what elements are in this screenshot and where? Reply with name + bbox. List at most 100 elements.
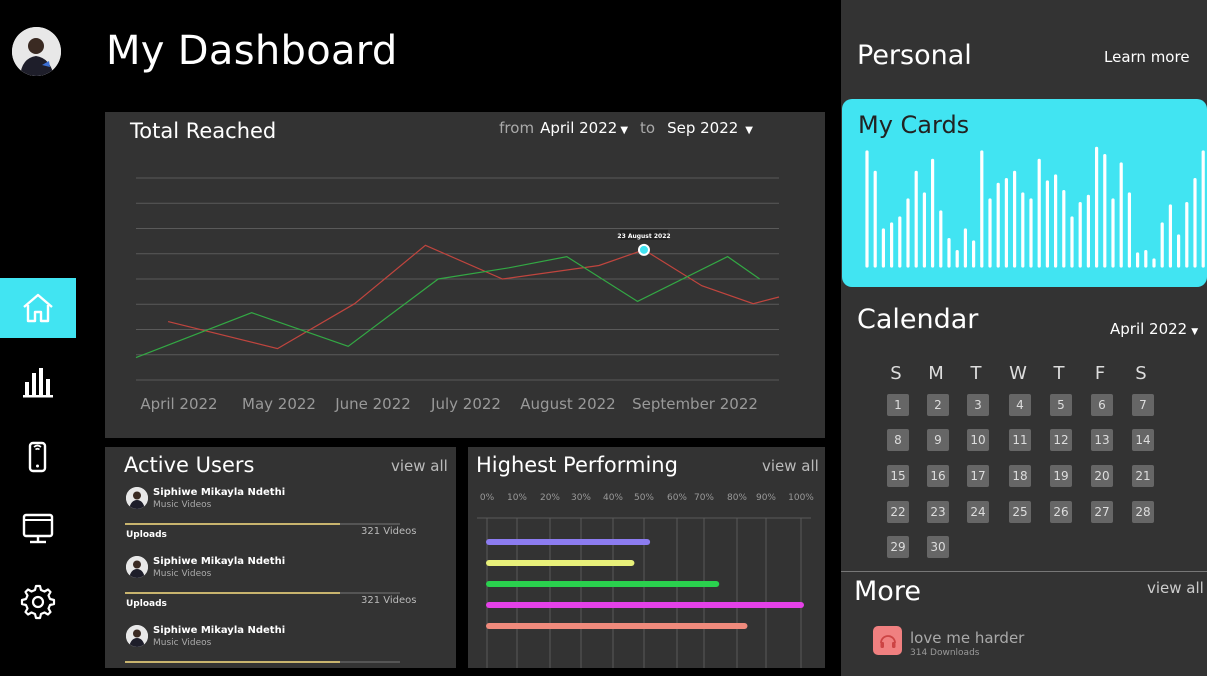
calendar-day[interactable]: 7 bbox=[1132, 394, 1154, 416]
weekday-label: M bbox=[928, 363, 944, 384]
calendar-day[interactable]: 21 bbox=[1132, 465, 1154, 487]
total-reached-line-chart: April 2022 May 2022 June 2022 July 2022 Augu… bbox=[135, 177, 780, 413]
calendar-month-select[interactable]: April 2022 ▼ bbox=[1110, 320, 1198, 338]
profile-photo-icon bbox=[126, 487, 148, 509]
uploads-progress-bar bbox=[125, 523, 400, 525]
user-avatar bbox=[126, 487, 148, 509]
right-panel: Personal Learn more My Cards Calendar Ap… bbox=[841, 0, 1207, 676]
headphones-icon bbox=[873, 626, 902, 655]
gear-icon bbox=[20, 584, 56, 620]
x-tick-label: 90% bbox=[756, 493, 776, 503]
calendar-day[interactable]: 18 bbox=[1009, 465, 1031, 487]
calendar-title: Calendar bbox=[857, 304, 979, 335]
user-name: Siphiwe Mikayla Ndethi bbox=[153, 556, 286, 567]
user-name: Siphiwe Mikayla Ndethi bbox=[153, 487, 286, 498]
calendar-day[interactable]: 4 bbox=[1009, 394, 1031, 416]
user-category: Music Videos bbox=[153, 638, 212, 648]
active-users-title: Active Users bbox=[124, 453, 255, 477]
weekday-label: S bbox=[1135, 363, 1147, 384]
uploads-label: Uploads bbox=[126, 599, 167, 609]
calendar-day[interactable]: 26 bbox=[1050, 501, 1072, 523]
calendar-day[interactable]: 1 bbox=[887, 394, 909, 416]
nav-settings[interactable] bbox=[0, 572, 76, 632]
x-tick-label: 50% bbox=[634, 493, 654, 503]
uploads-progress-fill bbox=[125, 592, 340, 594]
active-user-row[interactable]: Siphiwe Mikayla Ndethi Music Videos bbox=[125, 487, 425, 517]
calendar-day[interactable]: 22 bbox=[887, 501, 909, 523]
calendar-day[interactable]: 25 bbox=[1009, 501, 1031, 523]
x-tick-label: June 2022 bbox=[334, 395, 411, 413]
calendar-day[interactable]: 5 bbox=[1050, 394, 1072, 416]
nav-mobile[interactable] bbox=[0, 426, 76, 486]
x-tick-label: 80% bbox=[727, 493, 747, 503]
calendar-day[interactable]: 30 bbox=[927, 536, 949, 558]
more-item-downloads: 314 Downloads bbox=[910, 648, 980, 658]
calendar-day[interactable]: 29 bbox=[887, 536, 909, 558]
uploads-count: 321 Videos bbox=[361, 526, 417, 537]
calendar-day[interactable]: 23 bbox=[927, 501, 949, 523]
learn-more-link[interactable]: Learn more bbox=[1104, 48, 1190, 66]
user-avatar bbox=[126, 556, 148, 578]
user-category: Music Videos bbox=[153, 569, 212, 579]
monitor-icon bbox=[22, 513, 54, 544]
cards-waveform bbox=[865, 146, 1205, 268]
x-tick-label: 10% bbox=[507, 493, 527, 503]
active-users-view-all[interactable]: view all bbox=[391, 457, 448, 475]
calendar-day[interactable]: 24 bbox=[967, 501, 989, 523]
x-tick-label: 20% bbox=[540, 493, 560, 503]
more-view-all[interactable]: view all bbox=[1147, 579, 1204, 597]
nav-stats[interactable] bbox=[0, 352, 76, 412]
x-tick-label: 60% bbox=[667, 493, 687, 503]
profile-photo-icon bbox=[12, 27, 61, 76]
page-title: My Dashboard bbox=[106, 28, 398, 74]
x-tick-label: 70% bbox=[694, 493, 714, 503]
calendar-day[interactable]: 9 bbox=[927, 429, 949, 451]
bar-chart-icon bbox=[23, 368, 53, 398]
x-tick-label: 30% bbox=[571, 493, 591, 503]
calendar-day[interactable]: 6 bbox=[1091, 394, 1113, 416]
active-user-row[interactable]: Siphiwe Mikayla Ndethi Music Videos bbox=[125, 556, 425, 586]
calendar-day[interactable]: 11 bbox=[1009, 429, 1031, 451]
divider bbox=[841, 571, 1207, 572]
calendar-day[interactable]: 27 bbox=[1091, 501, 1113, 523]
weekday-label: F bbox=[1094, 363, 1106, 384]
avatar[interactable] bbox=[12, 27, 61, 76]
calendar-day[interactable]: 14 bbox=[1132, 429, 1154, 451]
calendar-day[interactable]: 16 bbox=[927, 465, 949, 487]
calendar-day[interactable]: 19 bbox=[1050, 465, 1072, 487]
series-line bbox=[167, 244, 780, 350]
x-tick-label: 100% bbox=[788, 493, 814, 503]
nav-desktop[interactable] bbox=[0, 498, 76, 558]
calendar-day[interactable]: 8 bbox=[887, 429, 909, 451]
calendar-day[interactable]: 12 bbox=[1050, 429, 1072, 451]
more-item[interactable]: love me harder 314 Downloads bbox=[873, 626, 1173, 666]
profile-photo-icon bbox=[126, 556, 148, 578]
calendar-day[interactable]: 28 bbox=[1132, 501, 1154, 523]
calendar-day[interactable]: 10 bbox=[967, 429, 989, 451]
profile-photo-icon bbox=[126, 625, 148, 647]
calendar-day[interactable]: 15 bbox=[887, 465, 909, 487]
x-tick-label: 40% bbox=[603, 493, 623, 503]
user-avatar bbox=[126, 625, 148, 647]
calendar-day[interactable]: 17 bbox=[967, 465, 989, 487]
highlight-point[interactable] bbox=[637, 243, 650, 256]
tooltip-text: 23 August 2022 bbox=[617, 233, 670, 240]
uploads-progress-fill bbox=[125, 523, 340, 525]
x-tick-label: May 2022 bbox=[242, 395, 316, 413]
calendar-day[interactable]: 2 bbox=[927, 394, 949, 416]
active-user-row[interactable]: Siphiwe Mikayla Ndethi Music Videos bbox=[125, 625, 425, 655]
caret-down-icon: ▼ bbox=[1191, 327, 1199, 337]
sidebar bbox=[0, 0, 76, 676]
uploads-progress-bar bbox=[125, 592, 400, 594]
calendar-day[interactable]: 20 bbox=[1091, 465, 1113, 487]
nav-home[interactable] bbox=[0, 278, 76, 338]
calendar-day[interactable]: 13 bbox=[1091, 429, 1113, 451]
weekday-label: W bbox=[1009, 363, 1027, 384]
uploads-label: Uploads bbox=[126, 530, 167, 540]
uploads-progress-bar bbox=[125, 661, 400, 663]
calendar-day[interactable]: 3 bbox=[967, 394, 989, 416]
highest-performing-bar-chart: 0% 10% 20% 30% 40% 50% 60% 70% 80% 90% 100% bbox=[477, 493, 814, 668]
series-line bbox=[135, 255, 761, 359]
my-cards-panel[interactable]: My Cards bbox=[842, 99, 1207, 287]
home-icon bbox=[23, 293, 53, 323]
